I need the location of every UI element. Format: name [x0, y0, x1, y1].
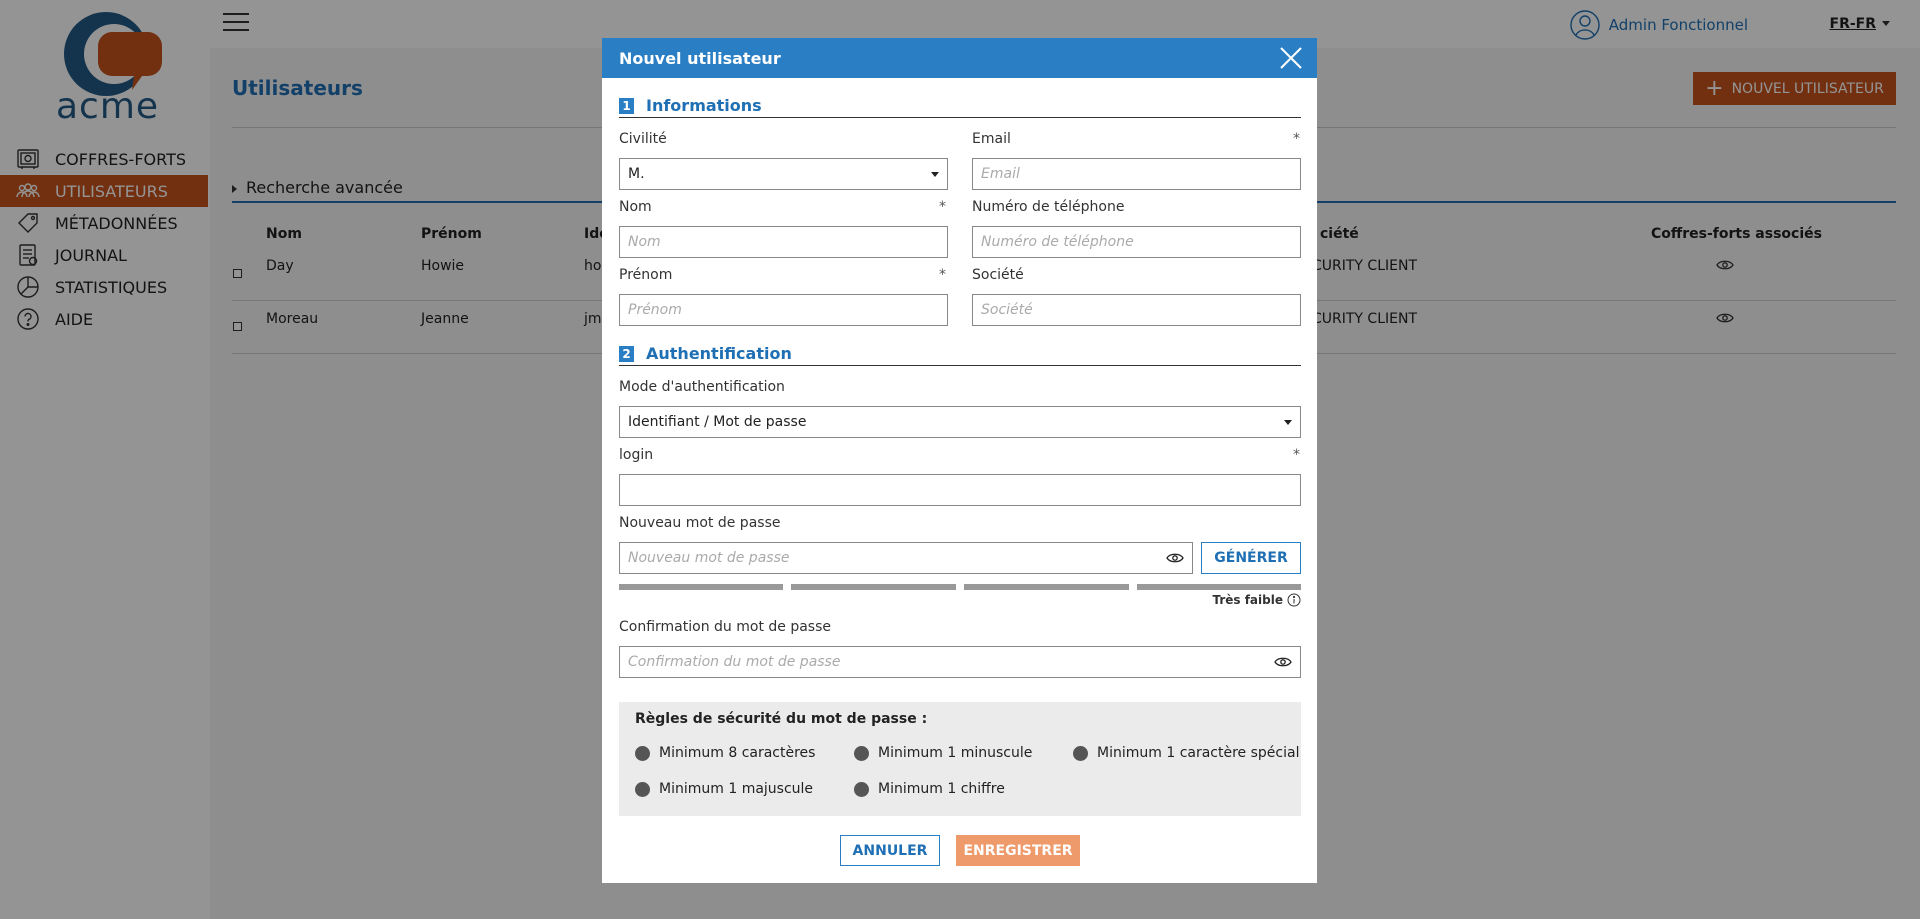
rule-label: Minimum 1 minuscule — [878, 745, 1033, 761]
strength-segment — [619, 584, 783, 590]
status-dot-icon — [635, 781, 650, 797]
password-strength: Très faible — [1212, 593, 1301, 607]
close-icon[interactable] — [1279, 46, 1303, 70]
rule-item: Minimum 8 caractères — [635, 745, 815, 761]
required-marker: * — [939, 199, 946, 215]
login-label: login — [619, 447, 654, 463]
societe-label: Société — [972, 267, 1024, 283]
new-password-label: Nouveau mot de passe — [619, 515, 781, 531]
prenom-field[interactable]: Prénom — [619, 294, 948, 326]
info-icon[interactable] — [1287, 593, 1301, 607]
chevron-down-icon — [1284, 420, 1292, 425]
societe-field[interactable]: Société — [972, 294, 1301, 326]
confirm-password-placeholder: Confirmation du mot de passe — [628, 654, 841, 670]
rule-item: Minimum 1 minuscule — [854, 745, 1032, 761]
login-field[interactable] — [619, 474, 1301, 506]
strength-segment — [791, 584, 956, 590]
nom-label: Nom — [619, 199, 652, 215]
section-number: 1 — [619, 98, 634, 114]
required-marker: * — [1293, 447, 1300, 463]
required-marker: * — [939, 267, 946, 283]
civilite-value: M. — [628, 166, 645, 182]
strength-label: Très faible — [1212, 593, 1283, 607]
chevron-down-icon — [931, 172, 939, 177]
section-title: Informations — [646, 96, 762, 115]
telephone-label: Numéro de téléphone — [972, 199, 1125, 215]
required-marker: * — [1293, 131, 1300, 147]
dialog-header: Nouvel utilisateur — [602, 38, 1317, 78]
status-dot-icon — [854, 781, 869, 797]
email-label: Email — [972, 131, 1011, 147]
civilite-select[interactable]: M. — [619, 158, 948, 190]
rule-item: Minimum 1 caractère spécial — [1073, 745, 1299, 761]
email-field[interactable]: Email — [972, 158, 1301, 190]
new-password-field[interactable]: Nouveau mot de passe — [619, 542, 1193, 574]
telephone-field[interactable]: Numéro de téléphone — [972, 226, 1301, 258]
section-title: Authentification — [646, 344, 792, 363]
generate-password-button[interactable]: GÉNÉRER — [1201, 542, 1301, 574]
cancel-button[interactable]: ANNULER — [840, 835, 940, 866]
confirm-password-label: Confirmation du mot de passe — [619, 619, 831, 635]
rule-item: Minimum 1 chiffre — [854, 781, 1005, 797]
new-password-placeholder: Nouveau mot de passe — [628, 550, 790, 566]
status-dot-icon — [1073, 745, 1088, 761]
status-dot-icon — [854, 745, 869, 761]
dialog-title: Nouvel utilisateur — [619, 48, 781, 68]
save-button[interactable]: ENREGISTRER — [956, 835, 1080, 866]
auth-mode-select[interactable]: Identifiant / Mot de passe — [619, 406, 1301, 438]
strength-segment — [1137, 584, 1301, 590]
nom-field[interactable]: Nom — [619, 226, 948, 258]
rule-label: Minimum 1 caractère spécial — [1097, 745, 1300, 761]
strength-segment — [964, 584, 1129, 590]
rule-label: Minimum 8 caractères — [659, 745, 816, 761]
section-informations: 1 Informations — [619, 98, 1301, 118]
rule-item: Minimum 1 majuscule — [635, 781, 813, 797]
confirm-password-field[interactable]: Confirmation du mot de passe — [619, 646, 1301, 678]
auth-mode-value: Identifiant / Mot de passe — [628, 414, 807, 430]
status-dot-icon — [635, 745, 650, 761]
password-rules: Règles de sécurité du mot de passe : Min… — [619, 702, 1301, 816]
auth-mode-label: Mode d'authentification — [619, 379, 785, 395]
section-number: 2 — [619, 346, 634, 362]
section-authentification: 2 Authentification — [619, 346, 1301, 366]
eye-icon[interactable] — [1166, 552, 1184, 564]
new-user-dialog: Nouvel utilisateur 1 Informations Civili… — [602, 38, 1317, 883]
rule-label: Minimum 1 chiffre — [878, 781, 1005, 797]
civilite-label: Civilité — [619, 131, 667, 147]
eye-icon[interactable] — [1274, 656, 1292, 668]
prenom-label: Prénom — [619, 267, 673, 283]
rules-title: Règles de sécurité du mot de passe : — [635, 711, 928, 727]
rule-label: Minimum 1 majuscule — [659, 781, 814, 797]
